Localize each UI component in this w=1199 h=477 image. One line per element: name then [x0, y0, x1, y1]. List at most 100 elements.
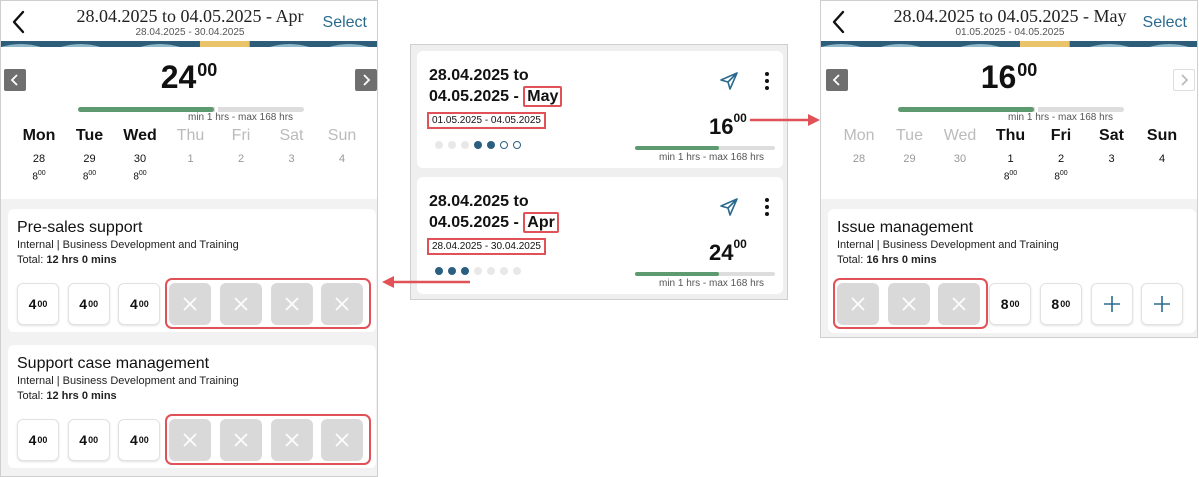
day-column[interactable]: Thu 1	[166, 127, 216, 165]
phone-screen-may: 28.04.2025 to 04.05.2025 - May 01.05.202…	[820, 0, 1198, 338]
task-title: Pre-sales support	[17, 219, 143, 236]
period-dates: 04.05.2025 -	[429, 214, 524, 231]
arrow-right-icon	[750, 114, 820, 126]
hours-cell[interactable]: 4 00	[118, 419, 161, 461]
day-column[interactable]: Fri 2	[216, 127, 266, 165]
highlight-box	[165, 278, 371, 329]
cell-hours: 8	[1051, 296, 1060, 312]
task-total-value: 12 hrs 0 mins	[46, 390, 117, 402]
week-total-hours: 2400	[1, 59, 377, 96]
cell-minutes: 00	[37, 299, 48, 309]
week-dot	[513, 141, 521, 149]
cell-minutes: 00	[138, 435, 149, 445]
week-dot	[461, 141, 469, 149]
period-total: 1600	[709, 111, 747, 140]
day-name: Mon	[22, 127, 56, 144]
total-minutes-value: 00	[1017, 60, 1038, 80]
back-button[interactable]	[7, 8, 31, 36]
back-button[interactable]	[827, 8, 851, 36]
more-options-button[interactable]	[764, 197, 770, 222]
day-column[interactable]: Sun 4	[317, 127, 367, 165]
next-week-button[interactable]	[355, 69, 377, 91]
week-dot	[435, 141, 443, 149]
period-month: May	[523, 86, 563, 107]
week-dot	[513, 267, 521, 275]
day-name: Thu	[995, 127, 1026, 144]
hours-limits: min 1 hrs - max 168 hrs	[659, 278, 765, 289]
day-name: Thu	[176, 127, 205, 144]
period-month: Apr	[523, 212, 559, 233]
week-dot	[448, 141, 456, 149]
day-column[interactable]: Tue 29	[885, 127, 935, 165]
hours-limits: min 1 hrs - max 168 hrs	[1008, 112, 1114, 123]
highlight-box	[165, 414, 371, 465]
day-date: 1	[1007, 153, 1014, 165]
task-total: Total: 12 hrs 0 mins	[17, 254, 117, 266]
day-date: 3	[1108, 153, 1115, 165]
day-column[interactable]: Sun 4	[1137, 127, 1187, 165]
day-name: Fri	[1050, 127, 1072, 144]
day-column[interactable]: Mon 28	[834, 127, 884, 165]
day-date: 1	[187, 153, 194, 165]
period-total: 2400	[709, 237, 747, 266]
day-minutes-value: 00	[1059, 170, 1068, 177]
cell-minutes: 00	[1060, 299, 1071, 309]
task-card[interactable]: Support case management Internal | Busin…	[8, 345, 376, 468]
day-column[interactable]: Tue 29 800	[65, 127, 115, 182]
day-column[interactable]: Wed 30	[935, 127, 985, 165]
send-button[interactable]	[719, 197, 739, 222]
task-total: Total: 16 hrs 0 mins	[837, 254, 937, 266]
hours-cell[interactable]: 8 00	[1039, 283, 1082, 325]
more-options-button[interactable]	[764, 71, 770, 96]
day-column[interactable]: Thu 1 800	[986, 127, 1036, 182]
day-date: 2	[1057, 153, 1065, 165]
hours-cell[interactable]: 4 00	[17, 283, 59, 325]
cell-hours: 4	[129, 296, 138, 312]
period-range: 28.04.2025 - 30.04.2025	[427, 238, 546, 255]
progress-fill	[635, 272, 719, 276]
next-week-button[interactable]	[1173, 69, 1195, 91]
task-card[interactable]: Pre-sales support Internal | Business De…	[8, 209, 376, 332]
week-dot	[474, 267, 482, 275]
task-total-value: 12 hrs 0 mins	[46, 254, 117, 266]
day-hours: 800	[14, 170, 64, 182]
task-total-value: 16 hrs 0 mins	[866, 254, 937, 266]
add-hours-button[interactable]	[1141, 283, 1184, 325]
header-bar: 28.04.2025 to 04.05.2025 - Apr 28.04.202…	[1, 1, 377, 47]
timesheet-card-may[interactable]: 28.04.2025 to 04.05.2025 - May 01.05.202…	[417, 51, 783, 168]
cell-minutes: 00	[37, 435, 48, 445]
hours-cell[interactable]: 4 00	[118, 283, 161, 325]
week-dot	[487, 141, 495, 149]
day-name: Mon	[843, 127, 875, 144]
day-date: 28	[852, 153, 866, 165]
hours-cell[interactable]: 4 00	[17, 419, 59, 461]
day-name: Tue	[75, 127, 104, 144]
hours-cell[interactable]: 4 00	[67, 419, 110, 461]
cell-hours: 8	[1000, 296, 1009, 312]
send-button[interactable]	[719, 71, 739, 96]
task-category: Internal | Business Development and Trai…	[17, 375, 239, 387]
task-card[interactable]: Issue management Internal | Business Dev…	[828, 209, 1196, 333]
highlight-box	[833, 278, 988, 329]
add-hours-button[interactable]	[1090, 283, 1133, 325]
day-date: 30	[953, 153, 967, 165]
hours-cell[interactable]: 4 00	[67, 283, 110, 325]
select-button[interactable]: Select	[1143, 14, 1187, 32]
hours-progress-bar	[635, 146, 775, 150]
day-name: Sun	[1146, 127, 1178, 144]
day-column[interactable]: Sat 3	[267, 127, 317, 165]
day-column[interactable]: Sat 3	[1087, 127, 1137, 165]
arrow-left-icon	[382, 276, 470, 288]
day-column[interactable]: Mon 28 800	[14, 127, 64, 182]
select-button[interactable]: Select	[323, 14, 367, 32]
hours-cell[interactable]: 8 00	[989, 283, 1032, 325]
cell-minutes: 00	[88, 435, 99, 445]
day-column[interactable]: Fri 2 800	[1036, 127, 1086, 182]
period-total-minutes: 00	[733, 111, 747, 125]
period-line1: 28.04.2025 to	[429, 67, 529, 84]
day-name: Sat	[1099, 127, 1124, 144]
cell-hours: 4	[28, 296, 37, 312]
day-minutes-value: 00	[1009, 170, 1018, 177]
cell-minutes: 00	[88, 299, 99, 309]
day-column[interactable]: Wed 30 800	[115, 127, 165, 182]
